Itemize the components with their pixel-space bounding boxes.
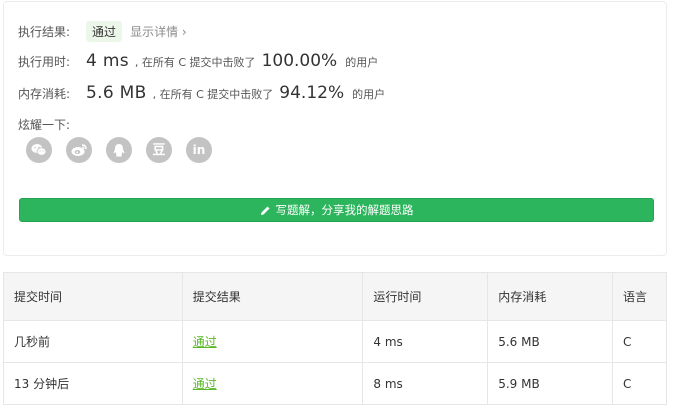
qq-icon[interactable] — [106, 137, 132, 163]
wechat-icon[interactable] — [26, 137, 52, 163]
write-solution-label: 写题解，分享我的解题思路 — [275, 203, 414, 217]
write-solution-button[interactable]: 写题解，分享我的解题思路 — [19, 198, 654, 222]
cell-submit-time: 13 分钟后 — [3, 362, 183, 405]
table-row: 13 分钟后 通过 8 ms 5.9 MB C — [3, 362, 667, 405]
memory-label: 内存消耗: — [18, 87, 71, 101]
table-header-row: 提交时间 提交结果 运行时间 内存消耗 语言 — [3, 272, 667, 321]
cell-runtime: 8 ms — [362, 362, 489, 405]
header-runtime[interactable]: 运行时间 — [362, 272, 489, 321]
memory-beat-text: , 在所有 C 提交中击败了 — [152, 88, 274, 101]
table-row: 几秒前 通过 4 ms 5.6 MB C — [3, 320, 667, 363]
runtime-beat-text: , 在所有 C 提交中击败了 — [134, 56, 256, 69]
cell-runtime: 4 ms — [362, 320, 489, 363]
share-buttons: 豆 in — [26, 137, 212, 163]
header-submit-time[interactable]: 提交时间 — [3, 272, 183, 321]
header-language[interactable]: 语言 — [612, 272, 667, 321]
result-pass-link[interactable]: 通过 — [193, 335, 217, 349]
cell-submit-result: 通过 — [181, 362, 364, 405]
cell-language: C — [612, 362, 667, 405]
linkedin-icon[interactable]: in — [186, 137, 212, 163]
runtime-suffix: 的用户 — [345, 56, 379, 69]
linkedin-glyph: in — [192, 143, 206, 157]
header-submit-result[interactable]: 提交结果 — [181, 272, 364, 321]
douban-icon[interactable]: 豆 — [146, 137, 172, 163]
runtime-value: 4 ms — [86, 51, 129, 71]
memory-suffix: 的用户 — [352, 88, 386, 101]
douban-glyph: 豆 — [152, 142, 166, 158]
status-badge: 通过 — [86, 21, 123, 42]
result-row: 执行结果: 通过 显示详情 › — [18, 21, 187, 42]
share-label-row: 炫耀一下: — [18, 116, 70, 133]
submissions-table: 提交时间 提交结果 运行时间 内存消耗 语言 几秒前 通过 4 ms 5.6 M… — [3, 272, 667, 405]
cell-submit-result: 通过 — [181, 320, 364, 363]
result-card: 执行结果: 通过 显示详情 › 执行用时: 4 ms , 在所有 C 提交中击败… — [3, 1, 667, 256]
memory-value: 5.6 MB — [86, 83, 147, 103]
cell-language: C — [612, 320, 667, 363]
runtime-label: 执行用时: — [18, 55, 71, 69]
cell-memory: 5.9 MB — [487, 362, 614, 405]
cell-submit-time: 几秒前 — [3, 320, 183, 363]
result-pass-link[interactable]: 通过 — [193, 377, 217, 391]
result-label: 执行结果: — [18, 25, 71, 39]
runtime-percent: 100.00% — [261, 51, 338, 71]
pencil-icon — [260, 206, 269, 215]
share-label: 炫耀一下: — [18, 118, 71, 132]
memory-percent: 94.12% — [279, 83, 345, 103]
weibo-icon[interactable] — [66, 137, 92, 163]
header-memory[interactable]: 内存消耗 — [487, 272, 614, 321]
show-details-link[interactable]: 显示详情 › — [130, 23, 187, 40]
cell-memory: 5.6 MB — [487, 320, 614, 363]
runtime-row: 执行用时: 4 ms , 在所有 C 提交中击败了 100.00% 的用户 — [18, 51, 378, 71]
memory-row: 内存消耗: 5.6 MB , 在所有 C 提交中击败了 94.12% 的用户 — [18, 83, 385, 103]
